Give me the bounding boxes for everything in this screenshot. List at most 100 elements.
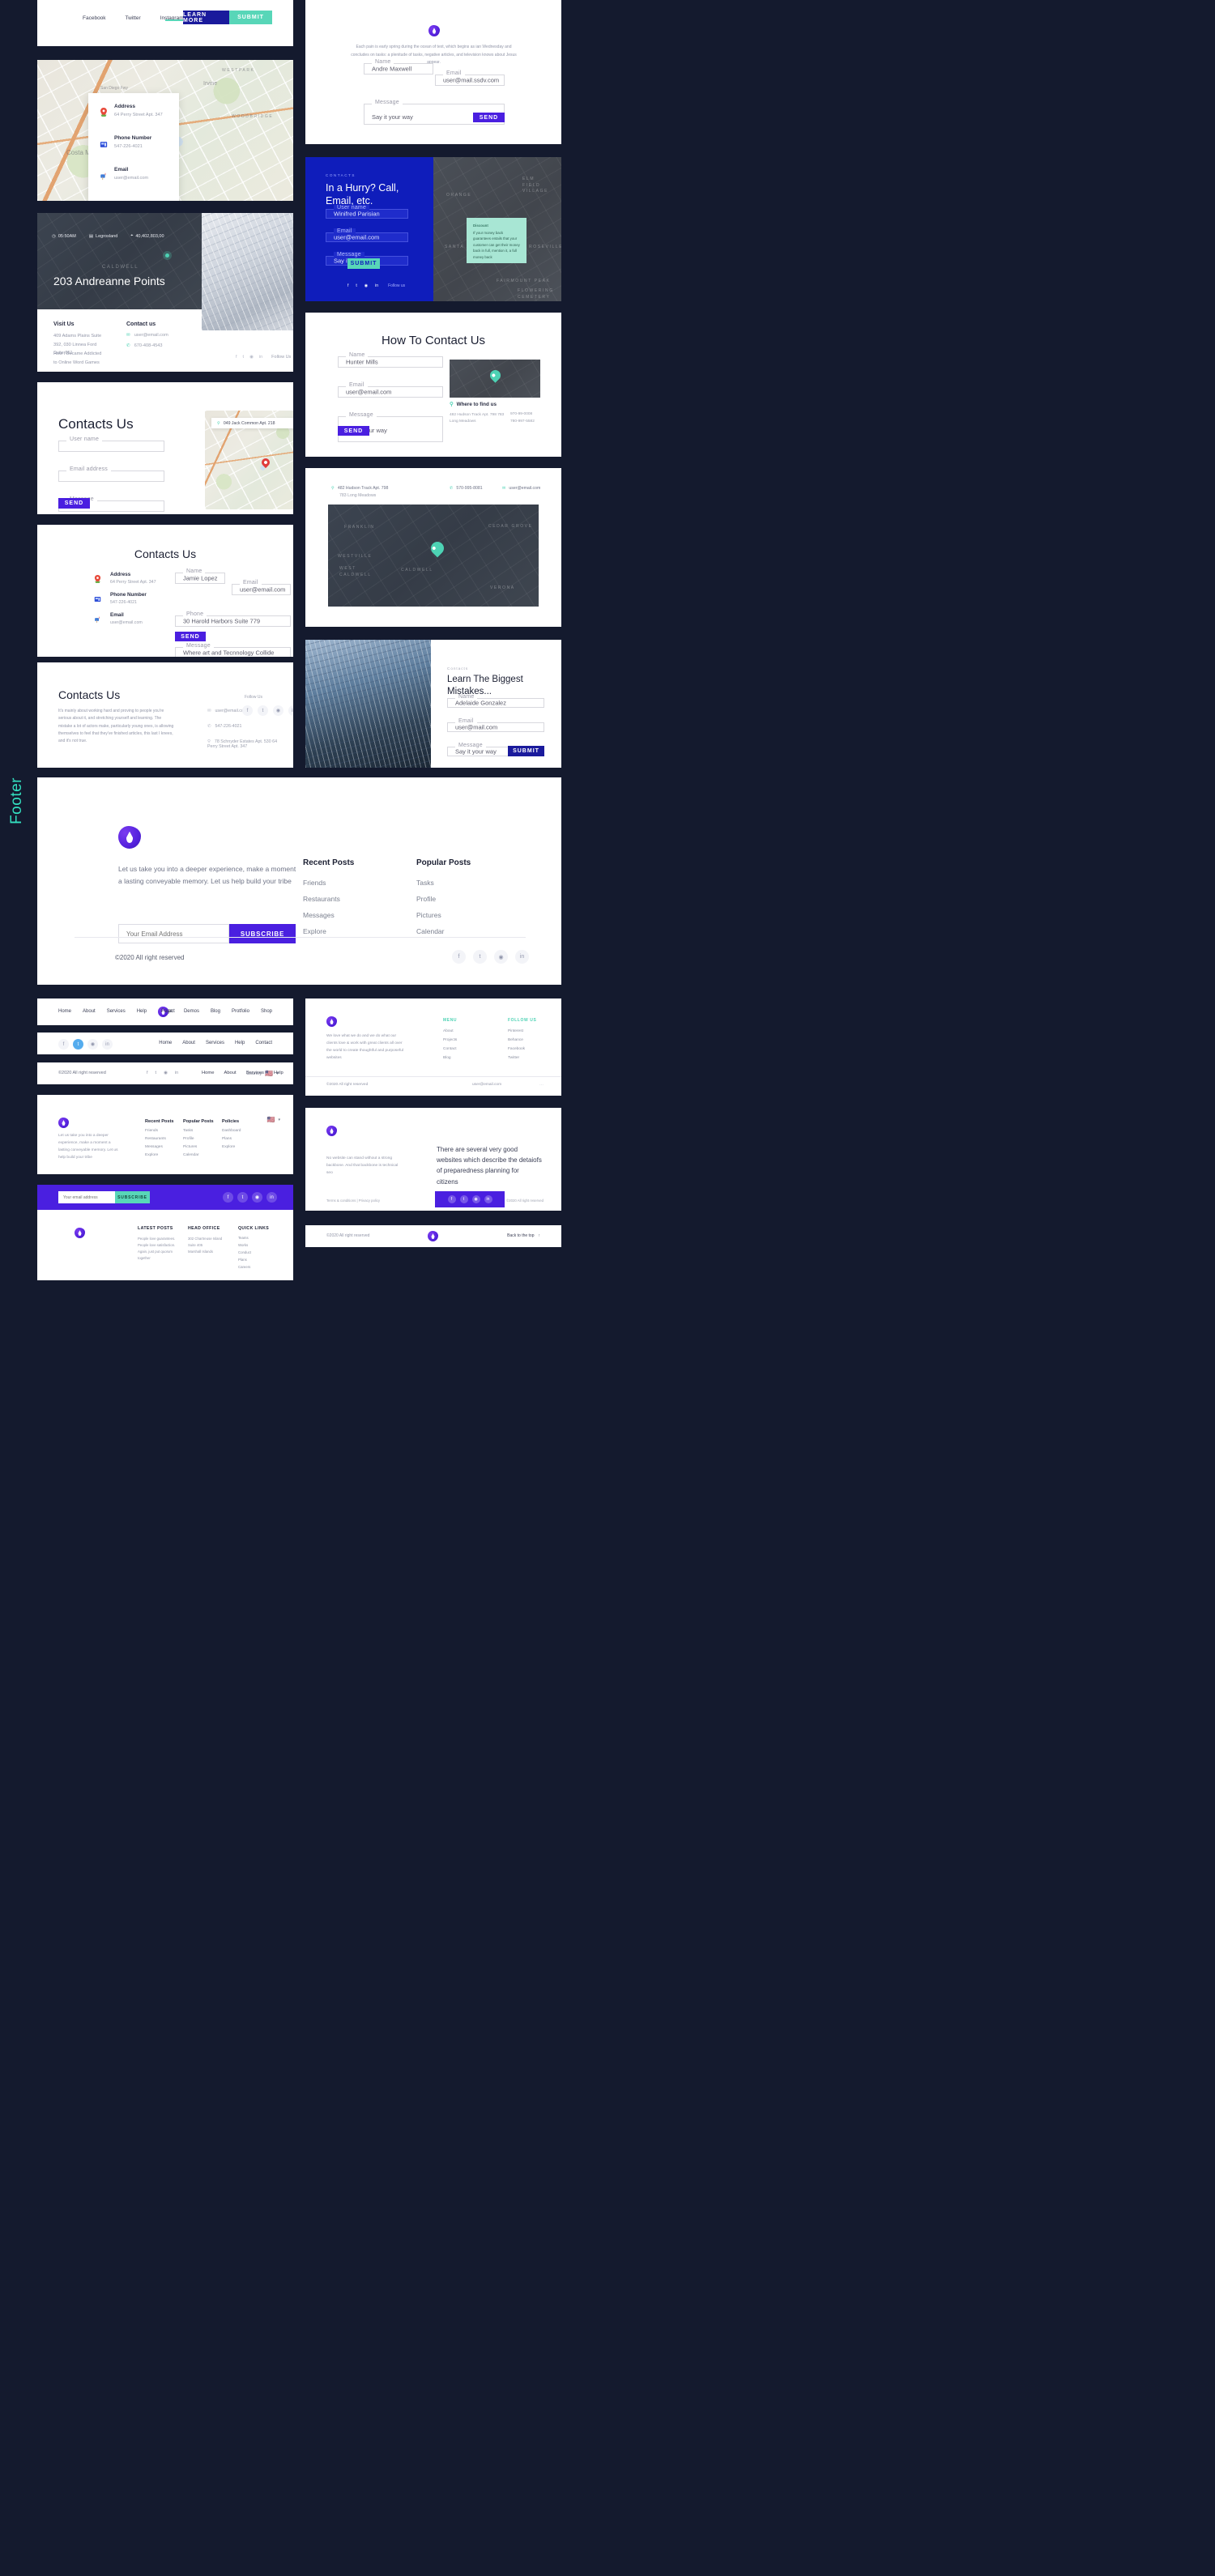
dark-map-email[interactable]: ✉ user@email.com xyxy=(502,486,540,491)
send-button[interactable]: SEND xyxy=(175,632,206,641)
twitter-icon[interactable]: t xyxy=(237,1192,248,1203)
instagram-icon[interactable]: ◉ xyxy=(249,355,254,360)
email-field[interactable]: Email user@email.com xyxy=(232,580,291,595)
learn-more-button[interactable]: LEARN MORE xyxy=(183,11,229,24)
col-link[interactable]: Messages xyxy=(145,1145,166,1149)
andreanne-phone[interactable]: ✆ 670-408-4543 xyxy=(126,343,163,348)
linkedin-icon[interactable]: in xyxy=(102,1039,113,1050)
contacts-map[interactable]: ⚲ 049 Jack Common Apt. 218 xyxy=(205,411,293,509)
menu-link[interactable]: About xyxy=(443,1029,457,1033)
menu-link[interactable]: Contact xyxy=(443,1047,457,1051)
contacts-phone[interactable]: ✆ 547-226-4021 xyxy=(207,724,241,729)
email-field[interactable]: Email user@mail.ssdv.com xyxy=(435,70,505,86)
nav-link-home[interactable]: Home xyxy=(159,1041,172,1045)
col-link[interactable]: Tasks xyxy=(183,1129,198,1133)
nav-link-page[interactable]: Page xyxy=(161,1009,173,1014)
hurry-email-field[interactable]: Email user@email.com xyxy=(326,228,408,242)
instagram-icon[interactable]: ◉ xyxy=(471,1195,480,1203)
email-field[interactable]: Email user@mail.com xyxy=(447,718,544,732)
col-link[interactable]: Calendar xyxy=(183,1153,198,1157)
twitter-icon[interactable]: t xyxy=(473,950,487,964)
linkedin-icon[interactable]: in xyxy=(266,1192,277,1203)
submit-button-top[interactable]: SUBMIT xyxy=(229,11,272,24)
nav-link-home[interactable]: Home xyxy=(202,1071,214,1075)
footer-link-tasks[interactable]: Tasks xyxy=(416,879,445,887)
arrow-up-icon[interactable]: ↑ xyxy=(539,1233,541,1238)
send-button[interactable]: SEND xyxy=(338,426,369,436)
name-field[interactable]: Name Hunter Mills xyxy=(338,352,443,368)
hurry-username-field[interactable]: User name Winifred Parisian xyxy=(326,205,408,219)
footer-link-explore[interactable]: Explore xyxy=(303,927,340,935)
twitter-icon[interactable]: t xyxy=(258,705,268,716)
map-contact-card[interactable]: Irvine WESTPARK WOODBRIDGE San Diego Fwy… xyxy=(37,60,293,201)
how-to-map[interactable] xyxy=(450,360,540,398)
user-name-field[interactable]: User name xyxy=(58,436,164,452)
menu-link[interactable]: Blog xyxy=(443,1056,457,1060)
nav-link-portfolio[interactable]: Protfolio xyxy=(232,1009,249,1014)
facebook-icon[interactable]: f xyxy=(242,705,253,716)
linkedin-icon[interactable]: in xyxy=(484,1195,492,1203)
send-button[interactable]: SEND xyxy=(58,498,90,509)
footer-link-pictures[interactable]: Pictures xyxy=(416,911,445,919)
nav-link-about[interactable]: About xyxy=(224,1071,236,1075)
name-field[interactable]: Name Adelaide Gonzalez xyxy=(447,694,544,708)
linkedin-icon[interactable]: in xyxy=(515,950,529,964)
nav-link-about[interactable]: About xyxy=(83,1009,96,1014)
instagram-icon[interactable]: ◉ xyxy=(87,1039,98,1050)
footer-link-calendar[interactable]: Calendar xyxy=(416,927,445,935)
footer-link-restaurants[interactable]: Restaurants xyxy=(303,895,340,903)
quick-link[interactable]: Careers xyxy=(238,1265,251,1269)
name-field[interactable]: Name Andre Maxwell xyxy=(364,59,433,75)
facebook-icon[interactable]: f xyxy=(447,1195,456,1203)
phone-field[interactable]: Phone 30 Harold Harbors Suite 779 xyxy=(175,611,291,627)
nav-link-about[interactable]: About xyxy=(182,1041,195,1045)
nav-link-services[interactable]: Services xyxy=(107,1009,126,1014)
linkedin-icon[interactable]: in xyxy=(259,355,262,360)
contacts-email[interactable]: ✉ user@email.com xyxy=(207,709,247,713)
col-link[interactable]: Profile xyxy=(183,1137,198,1141)
message-field[interactable]: Message Where art and Tecnnology Collide xyxy=(175,643,291,657)
twitter-icon[interactable]: t xyxy=(73,1039,83,1050)
instagram-icon[interactable]: ◉ xyxy=(273,705,284,716)
col-link[interactable]: Explore xyxy=(222,1145,241,1149)
subscribe-email-input[interactable] xyxy=(58,1191,115,1203)
linkedin-icon[interactable]: in xyxy=(288,705,293,716)
footer-link-messages[interactable]: Messages xyxy=(303,911,340,919)
andreanne-map[interactable]: ◷ 05:50AM ▤ Legrosland ⌖ 40,402,803,00 C… xyxy=(37,213,202,309)
quick-link[interactable]: Conduct xyxy=(238,1250,251,1254)
col-link[interactable]: Pictures xyxy=(183,1145,198,1149)
nav-link-demos[interactable]: Demos xyxy=(184,1009,199,1014)
email-field[interactable]: Email user@email.com xyxy=(338,382,443,398)
social-link-twitter[interactable]: Twitter xyxy=(126,15,141,21)
footer-link-profile[interactable]: Profile xyxy=(416,895,445,903)
linkedin-icon[interactable]: in xyxy=(175,1071,178,1075)
send-button[interactable]: SEND xyxy=(473,113,505,122)
twitter-icon[interactable]: t xyxy=(243,355,245,360)
right-about-email[interactable]: user@email.com xyxy=(472,1083,501,1087)
facebook-icon[interactable]: f xyxy=(147,1071,148,1075)
follow-link[interactable]: Twitter xyxy=(508,1056,525,1060)
subscribe-button[interactable]: SUBSCRIBE xyxy=(115,1191,150,1203)
follow-link[interactable]: Behance xyxy=(508,1038,525,1042)
instagram-icon[interactable]: ◉ xyxy=(252,1192,262,1203)
nav-link-blog[interactable]: Blog xyxy=(211,1009,220,1014)
col-link[interactable]: Friends xyxy=(145,1129,166,1133)
quick-link[interactable]: Works xyxy=(238,1243,251,1247)
quick-link[interactable]: Plans xyxy=(238,1258,251,1262)
footer-link-friends[interactable]: Friends xyxy=(303,879,340,887)
more-icon[interactable]: ⋯ xyxy=(539,1083,544,1088)
email-input[interactable] xyxy=(118,924,229,943)
facebook-icon[interactable]: f xyxy=(347,283,348,288)
nav-link-help[interactable]: Help xyxy=(235,1041,245,1045)
linkedin-icon[interactable]: in xyxy=(375,283,378,288)
hurry-map[interactable]: ORANGE ELM FIELD VILLAGE SANTA ANA ROSEV… xyxy=(433,157,561,301)
follow-link[interactable]: Pinterest xyxy=(508,1029,525,1033)
facebook-icon[interactable]: f xyxy=(58,1039,69,1050)
instagram-icon[interactable]: ◉ xyxy=(364,283,368,288)
col-link[interactable]: Explore xyxy=(145,1153,166,1157)
facebook-icon[interactable]: f xyxy=(236,355,237,360)
terms-privacy-links[interactable]: Terms & conditions | Privacy policy xyxy=(326,1199,380,1203)
name-field[interactable]: Name Jamie Lopez xyxy=(175,568,225,584)
col-link[interactable]: Dashboard xyxy=(222,1129,241,1133)
nav-link-shop[interactable]: Shop xyxy=(261,1009,272,1014)
